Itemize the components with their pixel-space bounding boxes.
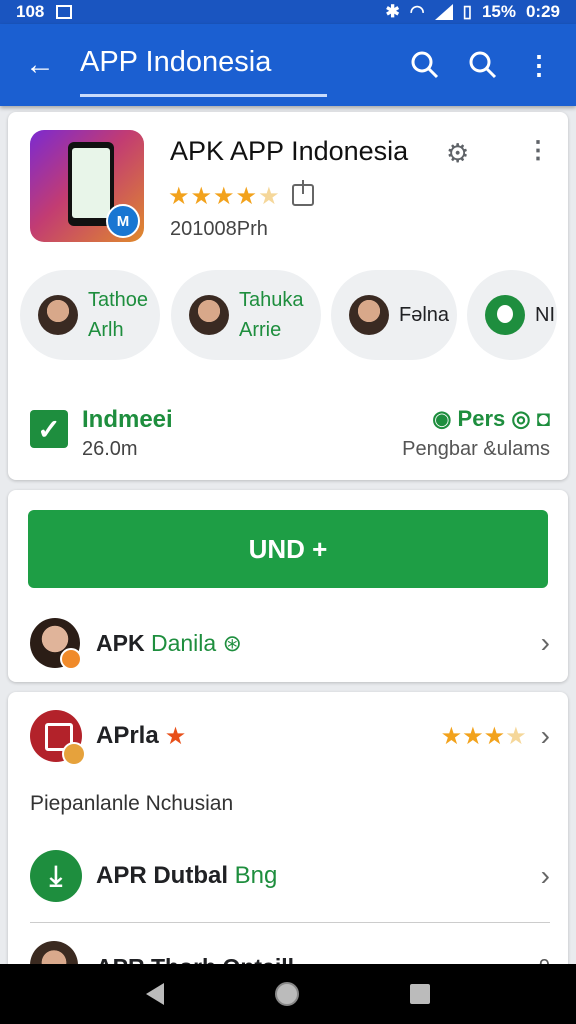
divider — [30, 922, 550, 923]
page-title: APP Indonesia — [80, 46, 328, 97]
avatar — [38, 295, 78, 335]
app-list-icon — [30, 710, 86, 766]
permissions-subtitle: Pengbar &ulams — [402, 438, 550, 460]
avatar — [189, 295, 229, 335]
signal-icon — [434, 4, 453, 20]
developer-row[interactable]: APK Danila ⊛ › — [30, 616, 550, 670]
nav-recents-icon[interactable] — [410, 984, 431, 1004]
permissions-label[interactable]: ◉ Pers ◎ ◘ — [432, 406, 550, 432]
back-arrow-icon[interactable]: ← — [0, 48, 80, 82]
check-icon: ✓ — [30, 410, 68, 448]
chip-line2: Arlh — [88, 319, 124, 341]
wifi-icon: ◠ — [409, 2, 425, 21]
avatar — [349, 295, 389, 335]
developer-name: Danila — [150, 629, 217, 656]
developer-prefix: APK — [96, 629, 145, 656]
chip-line1: Tathoe — [88, 289, 149, 311]
badge-icon: ⊛ — [222, 629, 242, 656]
app-header-card: M APK APP Indonesia ⚙ ⋮ ★★★★★ 201008Prh … — [8, 112, 568, 480]
install-button[interactable]: UND + — [28, 510, 548, 588]
avatar — [30, 618, 82, 670]
list-item-suffix: Bng — [234, 862, 278, 889]
list-description: Piepanlanle Nchusian — [30, 792, 234, 815]
more-vert-icon[interactable]: ⋮ — [526, 136, 550, 165]
verified-label: Indmeei — [82, 406, 173, 433]
permissions-text: Pers — [457, 406, 506, 431]
more-vert-icon[interactable]: ⋮ — [526, 50, 552, 81]
list-item[interactable]: ⤓ APR Dutbal Bng › — [30, 848, 550, 904]
search-icon-secondary[interactable] — [468, 50, 498, 80]
install-card: UND + APK Danila ⊛ › — [8, 490, 568, 682]
app-name: APK APP Indonesia — [170, 136, 409, 166]
app-icon[interactable]: M — [30, 130, 144, 242]
clock: 0:29 — [525, 2, 560, 21]
app-size: 26.0m — [82, 438, 138, 460]
chip-line1: NI — [535, 304, 555, 326]
list-item-title: APR Dutbal — [96, 862, 228, 889]
notification-icon — [56, 5, 73, 19]
app-subtitle: 201008Prh — [170, 218, 268, 240]
rating-stars: ★★★★★ — [168, 183, 281, 210]
chevron-right-icon: › — [540, 627, 550, 658]
lock-icon: ◘ — [536, 406, 550, 431]
status-bar: 108 ✱ ◠ ▯ 15% 0:29 — [0, 0, 576, 24]
chip-3[interactable]: Fəlna — [331, 270, 457, 360]
nav-back-icon[interactable] — [145, 983, 164, 1005]
chip-4[interactable]: NI — [467, 270, 557, 360]
list-item-title: APrla — [96, 722, 159, 749]
rating-stars: ★★★★ — [440, 722, 527, 750]
status-left-text: 108 — [16, 2, 45, 21]
bluetooth-icon: ✱ — [385, 2, 400, 21]
shield-icon: ◉ — [432, 406, 452, 431]
star-icon: ★ — [164, 722, 187, 750]
list-item[interactable]: APrla ★ ★★★★ › — [30, 708, 550, 766]
app-bar: ← APP Indonesia ⋮ — [0, 24, 576, 106]
search-icon[interactable] — [410, 50, 440, 80]
chip-line2: Arrie — [239, 319, 282, 341]
chevron-right-icon: › — [540, 720, 550, 751]
nav-home-icon[interactable] — [274, 982, 299, 1006]
chevron-right-icon: › — [540, 860, 550, 891]
chip-line1: Tahuka — [239, 289, 304, 311]
gear-icon[interactable]: ⚙ — [446, 138, 469, 169]
avatar — [485, 295, 525, 335]
related-list-card: APrla ★ ★★★★ › Piepanlanle Nchusian ⤓ AP… — [8, 692, 568, 992]
system-nav-bar — [0, 964, 576, 1024]
battery-icon: ▯ — [462, 2, 472, 21]
battery-level: 15% — [481, 2, 516, 21]
chip-line1: Fəlna — [399, 304, 450, 326]
chip-2[interactable]: Tahuka Arrie — [171, 270, 321, 360]
share-icon[interactable] — [292, 180, 314, 206]
chip-1[interactable]: Tathoe Arlh — [20, 270, 160, 360]
app-badge: M — [106, 204, 140, 238]
download-icon: ⤓ — [30, 850, 82, 902]
info-icon: ◎ — [511, 406, 531, 431]
